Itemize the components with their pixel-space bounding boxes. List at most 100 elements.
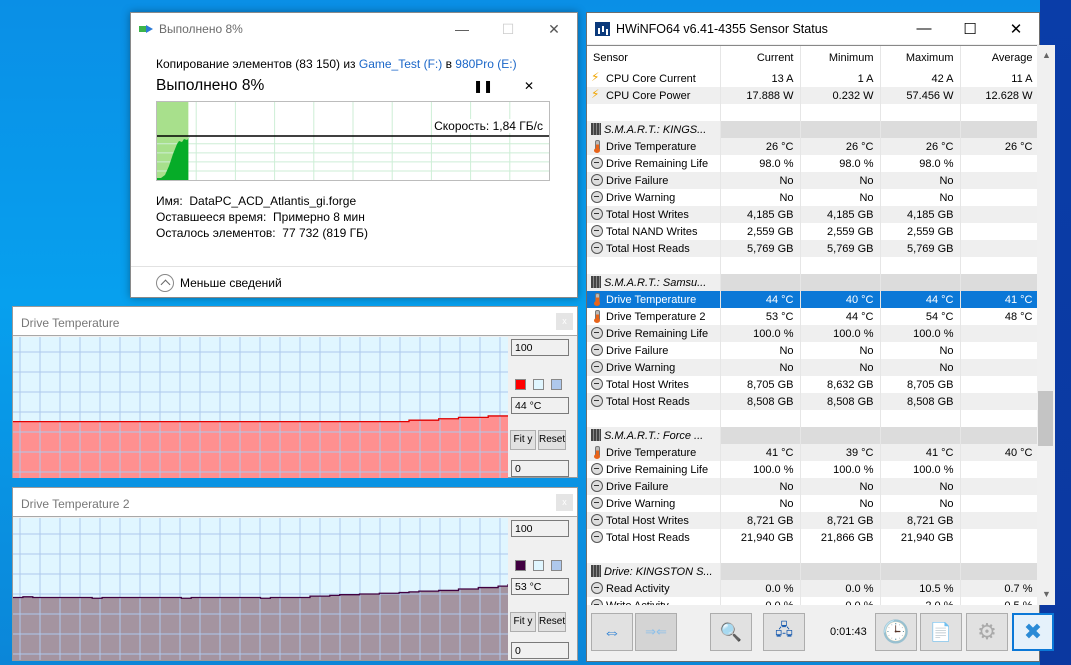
y-max-field[interactable]: 100 (511, 520, 569, 537)
average-value (960, 478, 1037, 495)
collapse-columns-button[interactable]: ⇒⇐ (635, 613, 677, 651)
sensor-label: CPU Core Current (606, 73, 696, 85)
logging-button[interactable]: 📄 (920, 613, 962, 651)
empty-cell (880, 427, 961, 444)
sensor-label: Total Host Writes (606, 209, 689, 221)
vertical-scrollbar[interactable]: ▲ ▼ (1038, 45, 1055, 605)
sensor-row[interactable]: Total Host Writes 8,705 GB 8,632 GB 8,705 G… (587, 376, 1037, 393)
sensor-row[interactable]: Drive Temperature 41 °C 39 °C 41 °C 40 °C (587, 444, 1037, 461)
minimize-button[interactable]: — (901, 20, 947, 38)
sensor-row[interactable]: Total NAND Writes 2,559 GB 2,559 GB 2,559 G… (587, 223, 1037, 240)
maximum-value: 54 °C (880, 308, 961, 325)
background-color-swatch[interactable] (533, 379, 544, 390)
line-color-swatch[interactable] (515, 379, 526, 390)
expand-columns-button[interactable]: ⇔ (591, 613, 633, 651)
chip-icon (591, 429, 601, 441)
empty-cell (800, 563, 881, 580)
column-header-current[interactable]: Current (720, 46, 801, 70)
average-value (960, 376, 1037, 393)
empty-cell (960, 410, 1037, 427)
sensor-row[interactable]: Write Activity0.0 %0.0 %2.0 %0.5 % (587, 597, 1037, 605)
clock-icon (591, 344, 603, 356)
sensor-row[interactable]: Total Host Writes 4,185 GB 4,185 GB 4,185 G… (587, 206, 1037, 223)
y-min-field[interactable]: 0 (511, 642, 569, 659)
minimum-value: 0.0 % (800, 597, 881, 605)
scroll-down-icon[interactable]: ▼ (1038, 586, 1055, 603)
line-color-swatch[interactable] (515, 560, 526, 571)
background-color-swatch[interactable] (533, 560, 544, 571)
minimize-button[interactable]: — (439, 21, 485, 38)
column-header-sensor[interactable]: Sensor (587, 46, 721, 70)
current-value: 5,769 GB (720, 240, 801, 257)
sensor-row[interactable]: Drive Failure No No No (587, 478, 1037, 495)
sensor-row[interactable]: Drive Warning No No No (587, 495, 1037, 512)
sensor-row[interactable]: Read Activity 0.0 % 0.0 % 10.5 % 0.7 % (587, 580, 1037, 597)
file-name-row: Имя: DataPC_ACD_Atlantis_gi.forge (156, 193, 552, 209)
maximum-value: 100.0 % (880, 325, 961, 342)
destination-link[interactable]: 980Pro (E:) (455, 57, 516, 71)
sensor-group-row[interactable]: S.M.A.R.T.: Samsu... (587, 274, 1037, 291)
graph-close-button[interactable]: x (556, 494, 573, 511)
sensor-row[interactable]: Drive Remaining Life 98.0 % 98.0 % 98.0 % (587, 155, 1037, 172)
empty-cell (800, 104, 881, 121)
reset-button[interactable]: Reset (538, 612, 566, 632)
sensor-row[interactable]: CPU Core Power 17.888 W0.232 W57.456 W12.… (587, 87, 1037, 104)
sensor-row[interactable]: Drive Failure No No No (587, 172, 1037, 189)
grid-color-swatch[interactable] (551, 560, 562, 571)
clock-icon (591, 225, 603, 237)
grid-color-swatch[interactable] (551, 379, 562, 390)
less-details-button[interactable]: Меньше сведений (156, 268, 282, 298)
sensor-row[interactable]: Drive Failure No No No (587, 342, 1037, 359)
graph-close-button[interactable]: x (556, 313, 573, 330)
current-value: 44 °C (720, 291, 801, 308)
sensor-group-row[interactable]: S.M.A.R.T.: KINGS... (587, 121, 1037, 138)
hwinfo-app-icon (595, 21, 610, 36)
sensor-row[interactable]: Total Host Reads 8,508 GB 8,508 GB 8,508 GB (587, 393, 1037, 410)
reset-timer-button[interactable]: 🕒 (875, 613, 917, 651)
sensor-row[interactable]: Drive Temperature 2 53 °C 44 °C 54 °C 48 °C (587, 308, 1037, 325)
spacer-row (587, 104, 1037, 121)
sensor-row[interactable]: Total Host Reads 21,940 GB 21,866 GB 21,940… (587, 529, 1037, 546)
temperature-2-plot (13, 518, 508, 660)
graph-title: Drive Temperature (21, 316, 120, 330)
pause-button[interactable]: ❚❚ (460, 79, 506, 93)
maximize-button[interactable]: ☐ (947, 20, 993, 38)
close-sensors-button[interactable]: ✖ (1012, 613, 1054, 651)
sensor-row[interactable]: Drive Remaining Life 100.0 % 100.0 % 100.0 … (587, 461, 1037, 478)
source-link[interactable]: Game_Test (F:) (359, 57, 442, 71)
sensor-row[interactable]: Total Host Reads 5,769 GB 5,769 GB 5,769 GB (587, 240, 1037, 257)
scroll-thumb[interactable] (1038, 391, 1053, 446)
cancel-button[interactable]: ✕ (506, 79, 552, 93)
sensor-label: Drive Failure (606, 481, 669, 493)
sensor-row[interactable]: Drive Temperature 44 °C 40 °C 44 °C 41 °C (587, 291, 1037, 308)
sensor-row[interactable]: Drive Temperature 26 °C 26 °C 26 °C 26 °C (587, 138, 1037, 155)
sensor-row[interactable]: Drive Remaining Life 100.0 % 100.0 % 100.0 … (587, 325, 1037, 342)
maximum-value: No (880, 189, 961, 206)
sensor-row[interactable]: Drive Warning No No No (587, 359, 1037, 376)
sensor-row[interactable]: Drive Warning No No No (587, 189, 1037, 206)
fit-y-button[interactable]: Fit y (510, 430, 536, 450)
y-max-field[interactable]: 100 (511, 339, 569, 356)
settings-button[interactable]: ⚙ (966, 613, 1008, 651)
lightning-icon (591, 70, 603, 84)
sensor-row[interactable]: Total Host Writes 8,721 GB 8,721 GB 8,721 G… (587, 512, 1037, 529)
fit-y-button[interactable]: Fit y (510, 612, 536, 632)
sensor-group-row[interactable]: S.M.A.R.T.: Force ... (587, 427, 1037, 444)
close-button[interactable]: ✕ (531, 21, 577, 38)
reset-button[interactable]: Reset (538, 430, 566, 450)
close-button[interactable]: ✕ (993, 20, 1039, 38)
sensor-label: Drive Temperature (606, 447, 697, 459)
empty-cell (800, 274, 881, 291)
minimum-value: 100.0 % (800, 325, 881, 342)
y-min-field[interactable]: 0 (511, 460, 569, 477)
clock-icon (591, 208, 603, 220)
sensor-search-button[interactable]: 🔍 (710, 613, 752, 651)
column-header-minimum[interactable]: Minimum (800, 46, 881, 70)
scroll-up-icon[interactable]: ▲ (1038, 47, 1055, 64)
column-header-maximum[interactable]: Maximum (880, 46, 961, 70)
temperature-plot (13, 337, 508, 478)
sensor-row[interactable]: CPU Core Current 13 A1 A42 A11 A (587, 70, 1037, 87)
network-button[interactable]: 🖧 (763, 613, 805, 651)
sensor-group-row[interactable]: Drive: KINGSTON S... (587, 563, 1037, 580)
column-header-average[interactable]: Average (960, 46, 1037, 70)
